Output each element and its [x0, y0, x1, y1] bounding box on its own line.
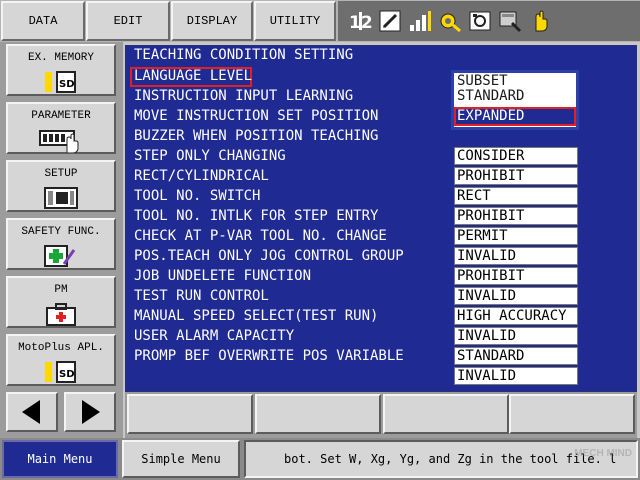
function-key-3[interactable]: [383, 394, 509, 434]
setting-row-buzzer[interactable]: BUZZER WHEN POSITION TEACHING: [134, 126, 454, 146]
status-icon-bar: 12: [338, 1, 640, 41]
tool-icon: [438, 8, 462, 34]
svg-text:SD: SD: [59, 79, 75, 90]
value-tool-no-intlk[interactable]: PERMIT: [454, 227, 578, 245]
pm-label: PM: [54, 284, 68, 296]
edit-lock-icon: [378, 8, 402, 34]
ex-memory-label: EX. MEMORY: [27, 52, 94, 64]
value-user-alarm-capacity[interactable]: STANDARD: [454, 347, 578, 365]
page-arrow-row: [6, 392, 116, 432]
setting-row-tool-no-switch[interactable]: TOOL NO. SWITCH: [134, 186, 454, 206]
function-key-4[interactable]: [509, 394, 635, 434]
value-step-only-changing[interactable]: PROHIBIT: [454, 167, 578, 185]
left-menu-panel: EX. MEMORY SD PARAMETER SETUP SAFETY FUN…: [0, 42, 123, 438]
motoplus-apl-button[interactable]: MotoPlus APL. SD: [6, 334, 116, 386]
teach-mode-icon: [498, 8, 522, 34]
edit-menu-button[interactable]: EDIT: [86, 1, 170, 41]
right-arrow-icon: [82, 400, 100, 424]
dropdown-option-expanded[interactable]: EXPANDED: [454, 107, 576, 126]
dropdown-option-standard[interactable]: STANDARD: [456, 88, 574, 105]
utility-menu-label: UTILITY: [269, 14, 321, 28]
setup-button[interactable]: SETUP: [6, 160, 116, 212]
parameter-label: PARAMETER: [31, 110, 91, 122]
setting-row-instruction-input-learning[interactable]: INSTRUCTION INPUT LEARNING: [134, 86, 454, 106]
safety-icon: [44, 244, 78, 268]
watermark-logo: MECH MIND: [574, 448, 632, 459]
signal-level-icon: [408, 8, 432, 34]
sd-card-icon: SD: [44, 360, 78, 384]
setting-row-move-instruction-set-position[interactable]: MOVE INSTRUCTION SET POSITION: [134, 106, 454, 126]
function-key-row: [125, 392, 637, 438]
setup-icon: [44, 186, 78, 210]
value-job-undelete[interactable]: INVALID: [454, 287, 578, 305]
setting-row-user-alarm-capacity[interactable]: USER ALARM CAPACITY: [134, 326, 454, 346]
setting-row-step-only-changing[interactable]: STEP ONLY CHANGING: [134, 146, 454, 166]
value-pos-teach-jog[interactable]: PROHIBIT: [454, 267, 578, 285]
motoplus-apl-label: MotoPlus APL.: [18, 342, 104, 354]
ex-memory-button[interactable]: EX. MEMORY SD: [6, 44, 116, 96]
setting-row-rect-cylindrical[interactable]: RECT/CYLINDRICAL: [134, 166, 454, 186]
simple-menu-button[interactable]: Simple Menu: [122, 440, 240, 478]
value-buzzer[interactable]: CONSIDER: [454, 147, 578, 165]
setting-row-language-level[interactable]: LANGUAGE LEVEL: [134, 66, 454, 86]
bottom-bar: Main Menu Simple Menu bot. Set W, Xg, Yg…: [0, 438, 640, 480]
storage-icon: [468, 8, 492, 34]
main-content-window: TEACHING CONDITION SETTING LANGUAGE LEVE…: [125, 45, 637, 392]
hand-icon: [528, 8, 552, 34]
svg-text:SD: SD: [59, 369, 75, 380]
setting-row-check-p-var[interactable]: CHECK AT P-VAR TOOL NO. CHANGE: [134, 226, 454, 246]
value-tool-no-switch[interactable]: PROHIBIT: [454, 207, 578, 225]
pm-button[interactable]: PM: [6, 276, 116, 328]
page-title: TEACHING CONDITION SETTING: [126, 46, 636, 65]
function-key-1[interactable]: [127, 394, 253, 434]
value-rect-cylindrical[interactable]: RECT: [454, 187, 578, 205]
setting-row-pos-teach-jog[interactable]: POS.TEACH ONLY JOG CONTROL GROUP: [134, 246, 454, 266]
parameter-icon: [39, 128, 83, 153]
setting-row-manual-speed-select[interactable]: MANUAL SPEED SELECT(TEST RUN): [134, 306, 454, 326]
top-menu-bar: DATA EDIT DISPLAY UTILITY 12: [0, 0, 640, 42]
utility-menu-button[interactable]: UTILITY: [254, 1, 336, 41]
page-right-button[interactable]: [64, 392, 116, 432]
parameter-button[interactable]: PARAMETER: [6, 102, 116, 154]
sd-card-icon: SD: [44, 70, 78, 94]
safety-func-button[interactable]: SAFETY FUNC.: [6, 218, 116, 270]
value-manual-speed-select[interactable]: INVALID: [454, 327, 578, 345]
value-test-run-control[interactable]: HIGH ACCURACY: [454, 307, 578, 325]
main-menu-button[interactable]: Main Menu: [2, 440, 118, 478]
value-check-p-var[interactable]: INVALID: [454, 247, 578, 265]
safety-func-label: SAFETY FUNC.: [21, 226, 101, 238]
value-promp-bef-overwrite[interactable]: INVALID: [454, 367, 578, 385]
display-menu-button[interactable]: DISPLAY: [171, 1, 253, 41]
main-menu-label: Main Menu: [27, 452, 93, 466]
function-key-2[interactable]: [255, 394, 381, 434]
program-level-icon: 12: [348, 8, 372, 34]
setting-row-tool-no-intlk[interactable]: TOOL NO. INTLK FOR STEP ENTRY: [134, 206, 454, 226]
edit-menu-label: EDIT: [113, 14, 143, 28]
data-menu-label: DATA: [28, 14, 58, 28]
simple-menu-label: Simple Menu: [141, 452, 221, 466]
setting-row-promp-bef-overwrite[interactable]: PROMP BEF OVERWRITE POS VARIABLE: [134, 346, 454, 366]
page-left-button[interactable]: [6, 392, 58, 432]
language-level-dropdown[interactable]: SUBSET STANDARD EXPANDED: [451, 70, 579, 130]
setting-row-job-undelete[interactable]: JOB UNDELETE FUNCTION: [134, 266, 454, 286]
left-arrow-icon: [22, 400, 40, 424]
setup-label: SETUP: [44, 168, 78, 180]
toolbox-icon: [44, 302, 78, 326]
data-menu-button[interactable]: DATA: [1, 1, 85, 41]
setting-row-test-run-control[interactable]: TEST RUN CONTROL: [134, 286, 454, 306]
display-menu-label: DISPLAY: [186, 14, 238, 28]
